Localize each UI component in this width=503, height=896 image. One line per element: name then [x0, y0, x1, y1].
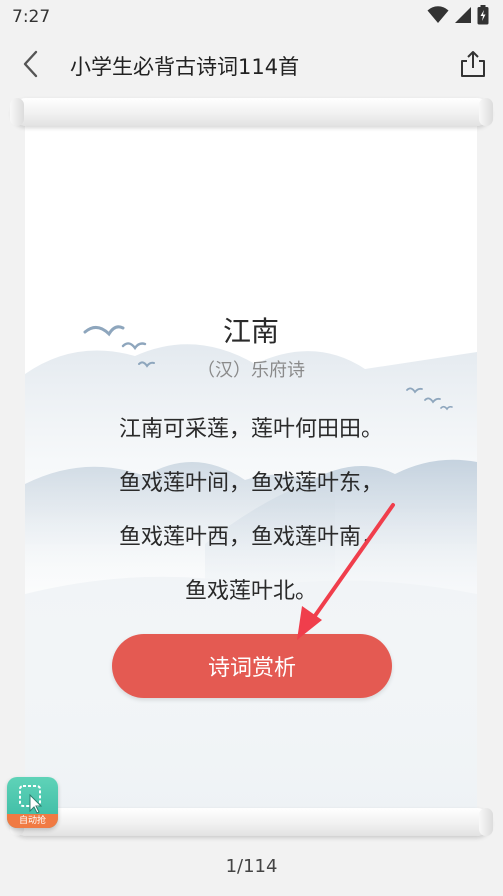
share-button[interactable] [443, 34, 503, 98]
scroll-rod-bottom [10, 808, 493, 836]
wifi-icon [427, 6, 449, 28]
poem-card: 江南 （汉）乐府诗 江南可采莲，莲叶何田田。 鱼戏莲叶间，鱼戏莲叶东， 鱼戏莲叶… [25, 124, 477, 812]
status-time: 7:27 [12, 7, 51, 27]
back-button[interactable] [0, 34, 62, 98]
poem-line: 鱼戏莲叶间，鱼戏莲叶东， [118, 471, 383, 496]
scroll-rod-top [10, 98, 493, 126]
poem-line: 江南可采莲，莲叶何田田。 [118, 417, 383, 442]
poem-line: 鱼戏莲叶北。 [184, 579, 317, 604]
battery-charging-icon [477, 5, 489, 29]
chevron-left-icon [21, 49, 41, 83]
status-bar: 7:27 [0, 0, 503, 34]
poem-line: 鱼戏莲叶西，鱼戏莲叶南， [118, 525, 383, 550]
floating-widget-label: 自动抢 [7, 814, 58, 828]
page-title: 小学生必背古诗词114首 [70, 55, 300, 79]
signal-icon [454, 6, 472, 28]
poem-appreciation-button[interactable]: 诗词赏析 [112, 634, 392, 698]
floating-widget-button[interactable]: 自动抢 [7, 777, 58, 828]
page-indicator: 1/114 [225, 856, 278, 877]
share-icon [458, 49, 488, 83]
app-bar: 小学生必背古诗词114首 [0, 34, 503, 98]
poem-title: 江南 [222, 315, 279, 348]
poem-author: （汉）乐府诗 [197, 360, 305, 381]
status-icons [427, 5, 489, 29]
